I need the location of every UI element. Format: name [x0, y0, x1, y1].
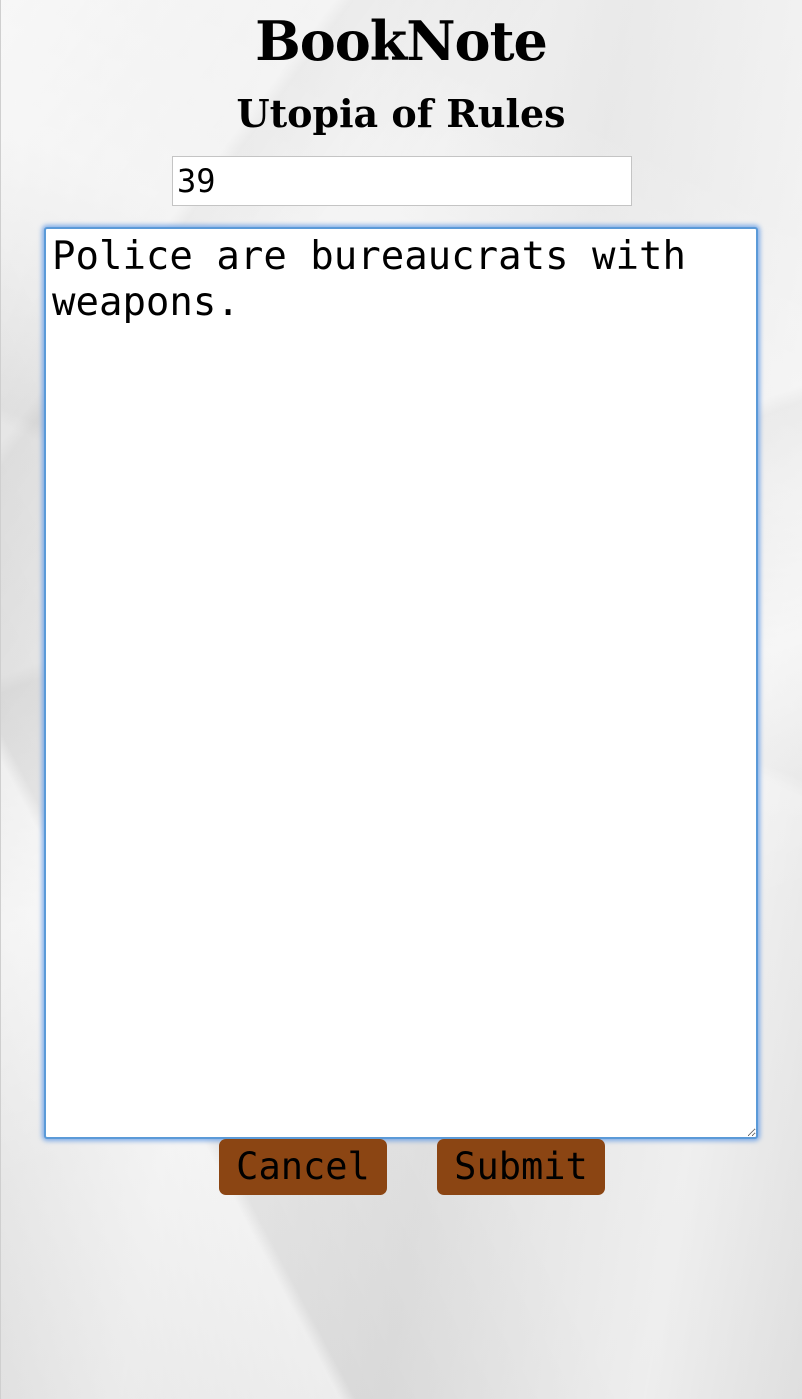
page-edge-divider	[0, 0, 1, 1399]
book-title: Utopia of Rules	[236, 91, 566, 136]
note-textarea[interactable]: Police are bureaucrats with weapons.	[44, 227, 758, 1139]
submit-button[interactable]: Submit	[437, 1139, 605, 1195]
cancel-button[interactable]: Cancel	[219, 1139, 387, 1195]
page-number-input[interactable]	[172, 156, 632, 206]
app-title: BookNote	[255, 9, 548, 73]
